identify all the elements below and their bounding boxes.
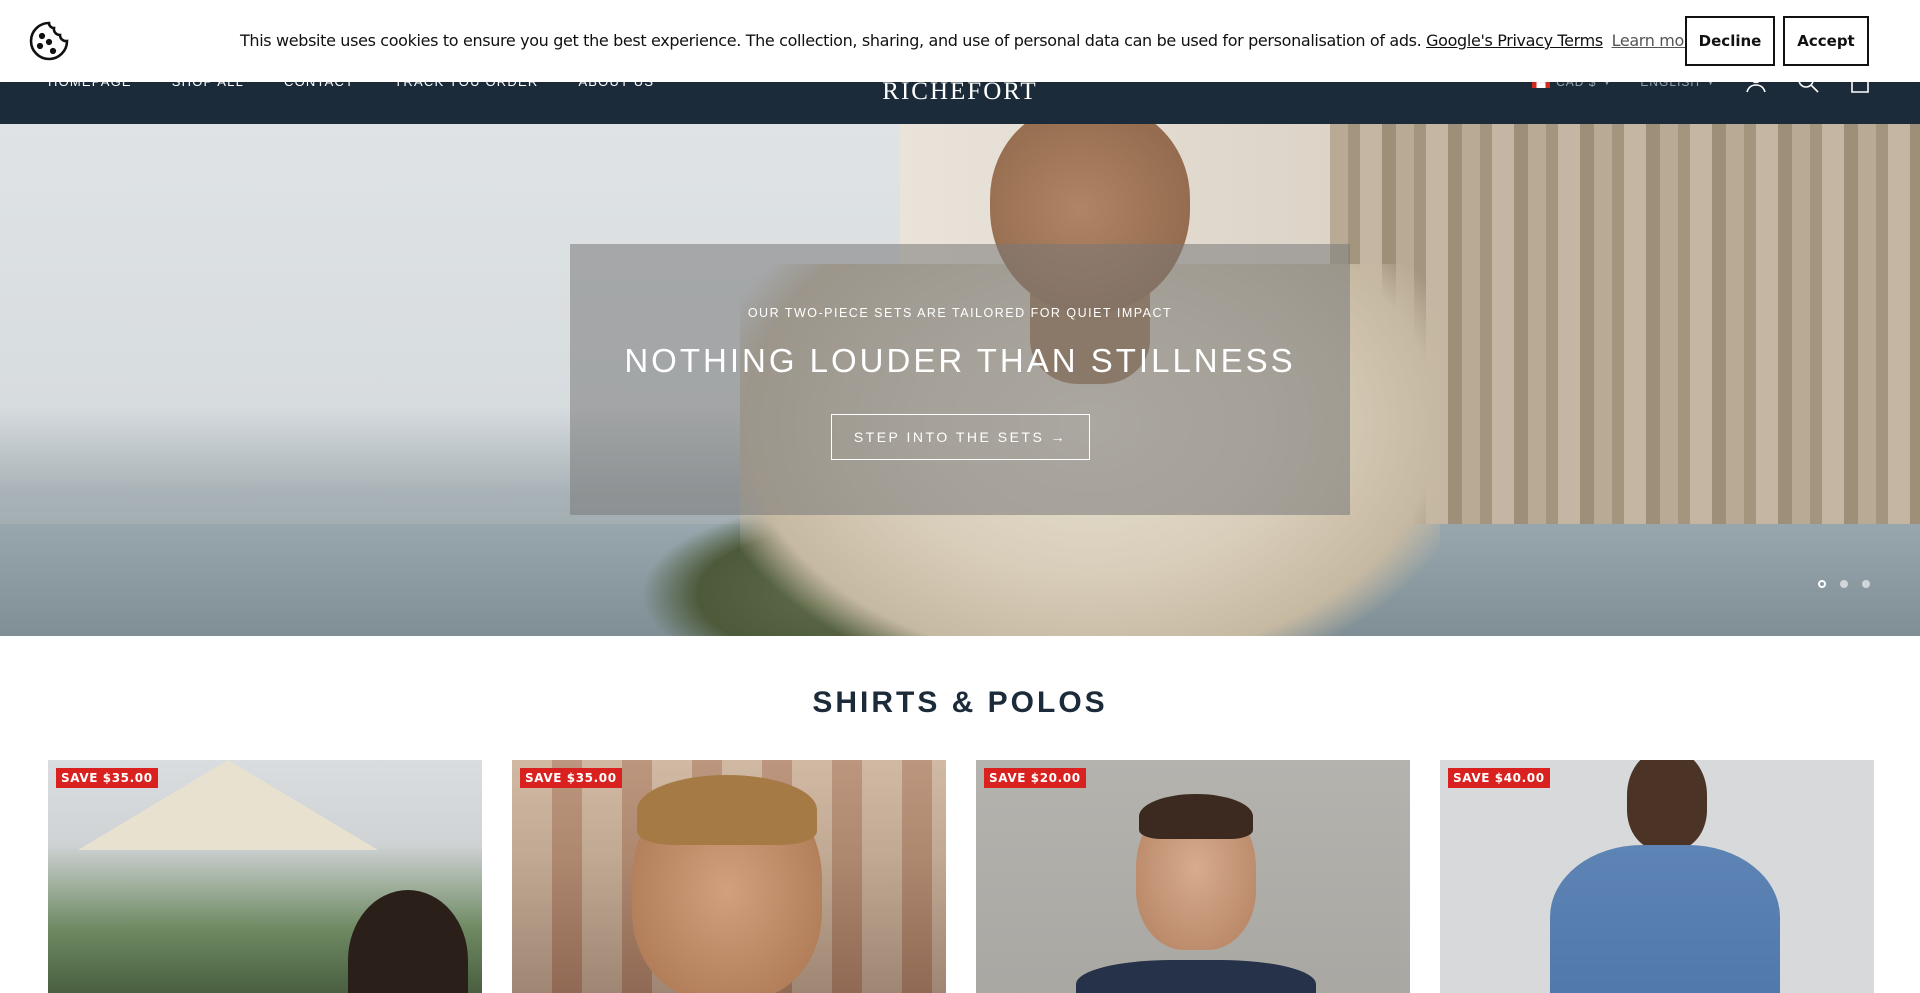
product-image-shirt bbox=[1550, 845, 1780, 993]
product-image-hair bbox=[637, 775, 817, 845]
accept-button[interactable]: Accept bbox=[1783, 16, 1869, 66]
sale-badge: SAVE $20.00 bbox=[984, 768, 1086, 788]
product-image-model bbox=[1627, 760, 1707, 850]
product-card[interactable]: SAVE $35.00 bbox=[512, 760, 946, 993]
step-into-sets-button[interactable]: STEP INTO THE SETS → bbox=[831, 414, 1090, 460]
cookie-banner: This website uses cookies to ensure you … bbox=[0, 0, 1920, 82]
privacy-terms-link[interactable]: Google's Privacy Terms bbox=[1426, 31, 1603, 50]
hero-banner: OUR TWO-PIECE SETS ARE TAILORED FOR QUIE… bbox=[0, 124, 1920, 636]
cookie-icon bbox=[29, 21, 69, 61]
sale-badge: SAVE $35.00 bbox=[56, 768, 158, 788]
cookie-message-row: This website uses cookies to ensure you … bbox=[240, 31, 1700, 50]
sale-badge: SAVE $40.00 bbox=[1448, 768, 1550, 788]
slide-dot-2[interactable] bbox=[1840, 580, 1848, 588]
slide-dot-1[interactable] bbox=[1818, 580, 1826, 588]
sale-badge: SAVE $35.00 bbox=[520, 768, 622, 788]
hero-title: NOTHING LOUDER THAN STILLNESS bbox=[624, 342, 1296, 379]
decline-button[interactable]: Decline bbox=[1685, 16, 1775, 66]
hero-subtitle: OUR TWO-PIECE SETS ARE TAILORED FOR QUIE… bbox=[747, 306, 1173, 320]
product-card[interactable]: SAVE $35.00 bbox=[48, 760, 482, 993]
slideshow-dots bbox=[1818, 580, 1870, 588]
slide-dot-3[interactable] bbox=[1862, 580, 1870, 588]
cookie-message: This website uses cookies to ensure you … bbox=[240, 31, 1422, 50]
product-card[interactable]: SAVE $20.00 bbox=[976, 760, 1410, 993]
product-grid: SAVE $35.00 SAVE $35.00 SAVE $20.00 SAVE… bbox=[48, 760, 1874, 993]
product-card[interactable]: SAVE $40.00 bbox=[1440, 760, 1874, 993]
collection-title: SHIRTS & POLOS bbox=[812, 686, 1108, 719]
hero-text-box: OUR TWO-PIECE SETS ARE TAILORED FOR QUIE… bbox=[570, 244, 1350, 515]
product-image-shirt bbox=[1076, 960, 1316, 993]
product-image-hair bbox=[1139, 794, 1253, 839]
